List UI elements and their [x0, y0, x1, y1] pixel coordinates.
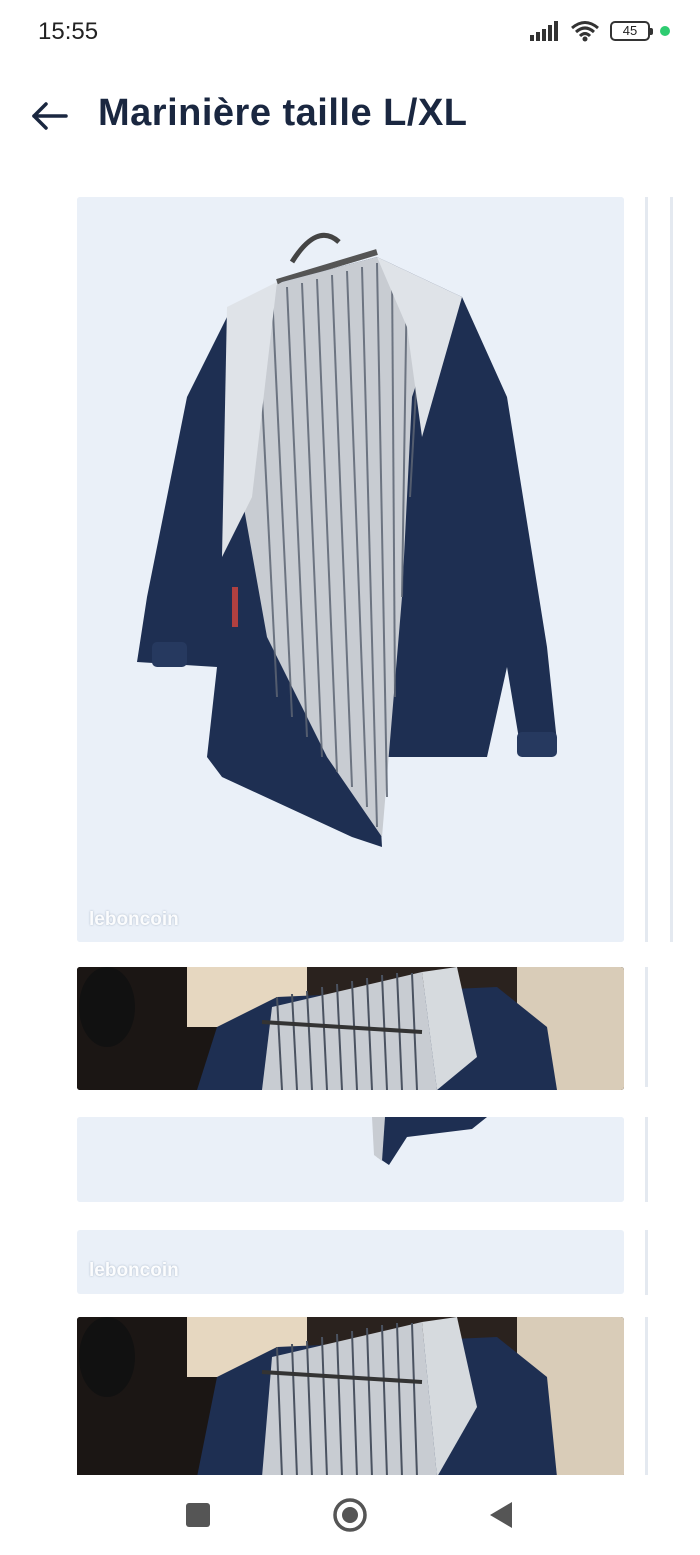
- page-title: Marinière taille L/XL: [98, 92, 468, 134]
- jacket-photo: [77, 1317, 624, 1475]
- gallery-divider: [645, 1317, 648, 1475]
- photo-4[interactable]: leboncoin: [77, 1230, 624, 1294]
- photo-5[interactable]: [77, 1317, 624, 1475]
- back-button[interactable]: [28, 94, 72, 138]
- recents-button[interactable]: [178, 1495, 218, 1535]
- square-icon: [186, 1503, 210, 1527]
- gallery-divider: [645, 1230, 648, 1295]
- jacket-photo: [77, 1117, 624, 1202]
- signal-icon: [530, 21, 558, 41]
- gallery-divider: [645, 1117, 648, 1202]
- jacket-photo: [77, 197, 624, 942]
- arrow-left-icon: [32, 102, 68, 130]
- jacket-photo: [77, 967, 624, 1090]
- status-bar: 15:55 45: [0, 0, 700, 66]
- wifi-icon: [571, 21, 599, 42]
- system-back-button[interactable]: [482, 1495, 522, 1535]
- triangle-back-icon: [490, 1502, 512, 1528]
- photo-gallery[interactable]: leboncoin leboncoin: [0, 197, 700, 1475]
- battery-dot: [660, 26, 670, 36]
- header: Marinière taille L/XL: [0, 82, 700, 148]
- photo-2[interactable]: [77, 967, 624, 1090]
- watermark: leboncoin: [89, 1260, 179, 1281]
- battery-icon: 45: [610, 21, 653, 41]
- gallery-divider: [645, 197, 648, 942]
- home-button[interactable]: [330, 1495, 370, 1535]
- status-icons: 45: [530, 20, 670, 42]
- watermark: leboncoin: [89, 909, 179, 930]
- photo-3[interactable]: [77, 1117, 624, 1202]
- status-time: 15:55: [38, 18, 99, 45]
- gallery-divider: [645, 967, 648, 1087]
- photo-1[interactable]: leboncoin: [77, 197, 624, 942]
- system-nav-bar: [0, 1475, 700, 1555]
- gallery-divider: [670, 197, 673, 942]
- circle-icon: [333, 1498, 367, 1532]
